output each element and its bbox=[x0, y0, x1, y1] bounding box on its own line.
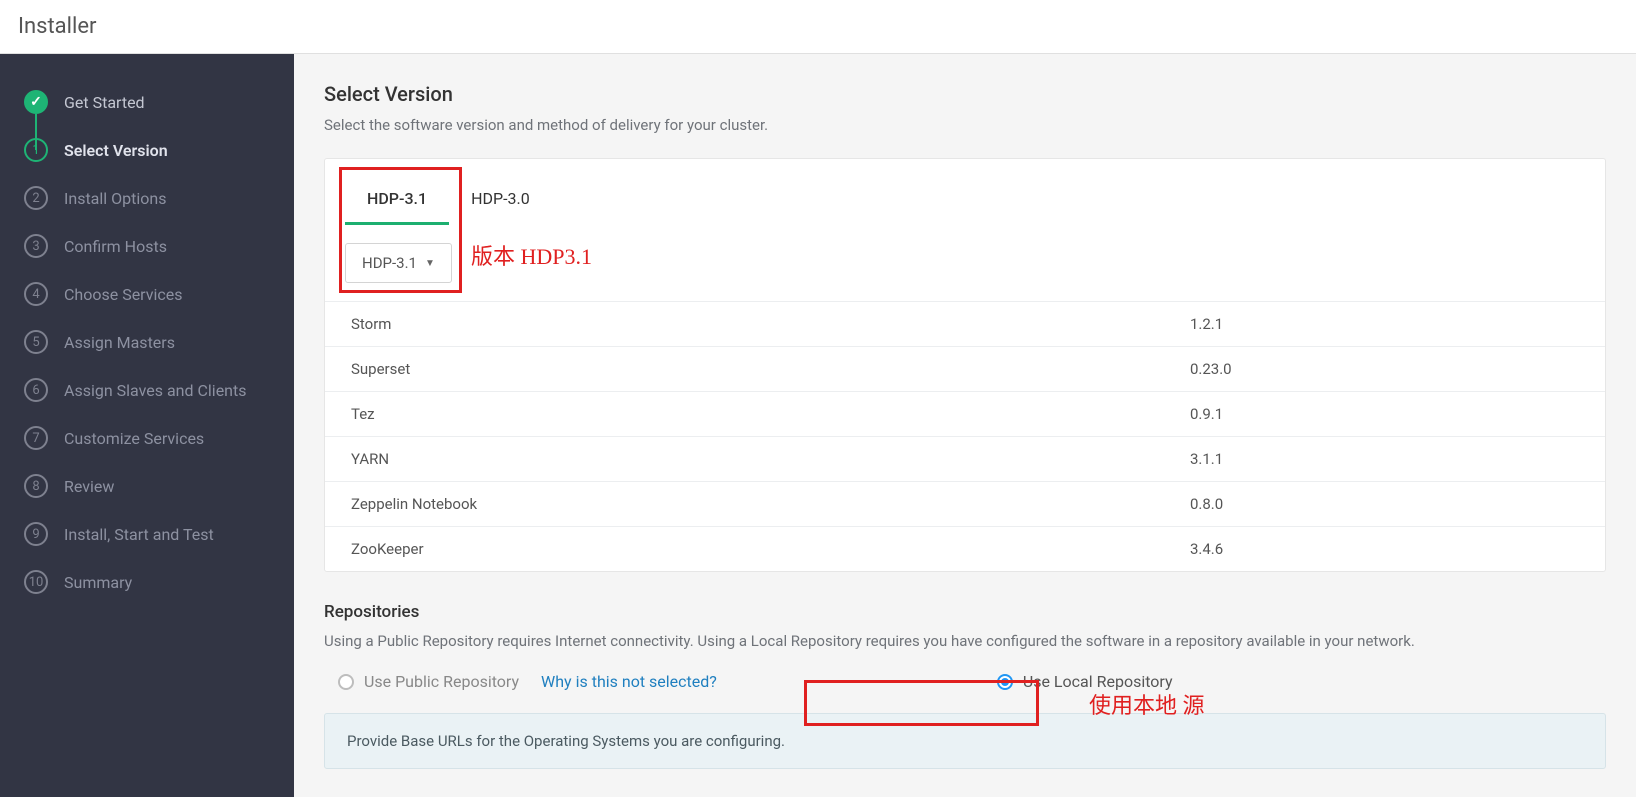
step-assign-masters[interactable]: 5 Assign Masters bbox=[0, 318, 294, 366]
step-badge: 9 bbox=[24, 522, 48, 546]
tab-hdp-3-1[interactable]: HDP-3.1 bbox=[345, 179, 449, 225]
step-label: Select Version bbox=[64, 141, 168, 160]
version-dropdown[interactable]: HDP-3.1 ▼ bbox=[345, 243, 452, 283]
step-label: Confirm Hosts bbox=[64, 237, 167, 256]
service-version: 0.23.0 bbox=[1164, 347, 1605, 392]
table-row: Tez 0.9.1 bbox=[325, 392, 1605, 437]
tab-hdp-3-0[interactable]: HDP-3.0 bbox=[449, 179, 552, 225]
step-badge: 6 bbox=[24, 378, 48, 402]
repositories-section: Repositories Using a Public Repository r… bbox=[324, 602, 1606, 769]
step-badge: 1 bbox=[24, 138, 48, 162]
service-name: Zeppelin Notebook bbox=[325, 482, 1164, 527]
step-label: Customize Services bbox=[64, 429, 204, 448]
services-table: Storm 1.2.1 Superset 0.23.0 Tez 0.9.1 YA… bbox=[325, 301, 1605, 571]
step-select-version[interactable]: 1 Select Version bbox=[0, 126, 294, 174]
step-badge: 3 bbox=[24, 234, 48, 258]
repo-options: Use Public Repository Why is this not se… bbox=[324, 672, 1606, 691]
top-bar: Installer bbox=[0, 0, 1636, 54]
step-summary[interactable]: 10 Summary bbox=[0, 558, 294, 606]
info-box: Provide Base URLs for the Operating Syst… bbox=[324, 713, 1606, 769]
step-install-start-test[interactable]: 9 Install, Start and Test bbox=[0, 510, 294, 558]
service-version: 1.2.1 bbox=[1164, 302, 1605, 347]
service-version: 0.9.1 bbox=[1164, 392, 1605, 437]
step-customize-services[interactable]: 7 Customize Services bbox=[0, 414, 294, 462]
service-version: 3.1.1 bbox=[1164, 437, 1605, 482]
radio-icon-selected bbox=[997, 674, 1013, 690]
service-version: 0.8.0 bbox=[1164, 482, 1605, 527]
table-row: Superset 0.23.0 bbox=[325, 347, 1605, 392]
step-label: Choose Services bbox=[64, 285, 183, 304]
page-title: Select Version bbox=[324, 82, 1606, 106]
radio-local-repo[interactable]: Use Local Repository bbox=[997, 672, 1173, 691]
radio-public-repo[interactable]: Use Public Repository Why is this not se… bbox=[338, 672, 717, 691]
step-badge: 5 bbox=[24, 330, 48, 354]
version-card: HDP-3.1 HDP-3.0 HDP-3.1 ▼ Storm 1.2.1 Su… bbox=[324, 158, 1606, 572]
step-badge: 8 bbox=[24, 474, 48, 498]
step-label: Install Options bbox=[64, 189, 166, 208]
version-dropdown-row: HDP-3.1 ▼ bbox=[325, 225, 1605, 301]
table-row: YARN 3.1.1 bbox=[325, 437, 1605, 482]
version-tabs: HDP-3.1 HDP-3.0 bbox=[325, 159, 1605, 225]
repositories-desc: Using a Public Repository requires Inter… bbox=[324, 632, 1606, 650]
step-label: Install, Start and Test bbox=[64, 525, 214, 544]
version-dropdown-value: HDP-3.1 bbox=[362, 254, 417, 272]
step-badge: 2 bbox=[24, 186, 48, 210]
step-badge: 10 bbox=[24, 570, 48, 594]
step-label: Assign Masters bbox=[64, 333, 175, 352]
service-version: 3.4.6 bbox=[1164, 527, 1605, 572]
step-get-started[interactable]: Get Started bbox=[0, 78, 294, 126]
service-name: Storm bbox=[325, 302, 1164, 347]
step-label: Get Started bbox=[64, 93, 145, 112]
step-badge: 7 bbox=[24, 426, 48, 450]
table-row: Zeppelin Notebook 0.8.0 bbox=[325, 482, 1605, 527]
caret-down-icon: ▼ bbox=[425, 258, 435, 269]
step-install-options[interactable]: 2 Install Options bbox=[0, 174, 294, 222]
service-name: ZooKeeper bbox=[325, 527, 1164, 572]
step-badge: 4 bbox=[24, 282, 48, 306]
repositories-title: Repositories bbox=[324, 602, 1606, 622]
page-brand-title: Installer bbox=[18, 14, 1618, 39]
step-badge-done bbox=[24, 90, 48, 114]
step-assign-slaves[interactable]: 6 Assign Slaves and Clients bbox=[0, 366, 294, 414]
step-choose-services[interactable]: 4 Choose Services bbox=[0, 270, 294, 318]
radio-label: Use Public Repository bbox=[364, 672, 519, 691]
wizard-sidebar: Get Started 1 Select Version 2 Install O… bbox=[0, 54, 294, 797]
table-row: ZooKeeper 3.4.6 bbox=[325, 527, 1605, 572]
step-confirm-hosts[interactable]: 3 Confirm Hosts bbox=[0, 222, 294, 270]
step-review[interactable]: 8 Review bbox=[0, 462, 294, 510]
step-label: Review bbox=[64, 477, 114, 496]
radio-label: Use Local Repository bbox=[1023, 672, 1173, 691]
table-row: Storm 1.2.1 bbox=[325, 302, 1605, 347]
main-content: Select Version Select the software versi… bbox=[294, 54, 1636, 797]
why-not-selected-link[interactable]: Why is this not selected? bbox=[541, 672, 717, 691]
service-name: Superset bbox=[325, 347, 1164, 392]
step-label: Assign Slaves and Clients bbox=[64, 381, 247, 400]
service-name: YARN bbox=[325, 437, 1164, 482]
step-label: Summary bbox=[64, 573, 132, 592]
page-desc: Select the software version and method o… bbox=[324, 116, 1606, 134]
radio-icon bbox=[338, 674, 354, 690]
service-name: Tez bbox=[325, 392, 1164, 437]
